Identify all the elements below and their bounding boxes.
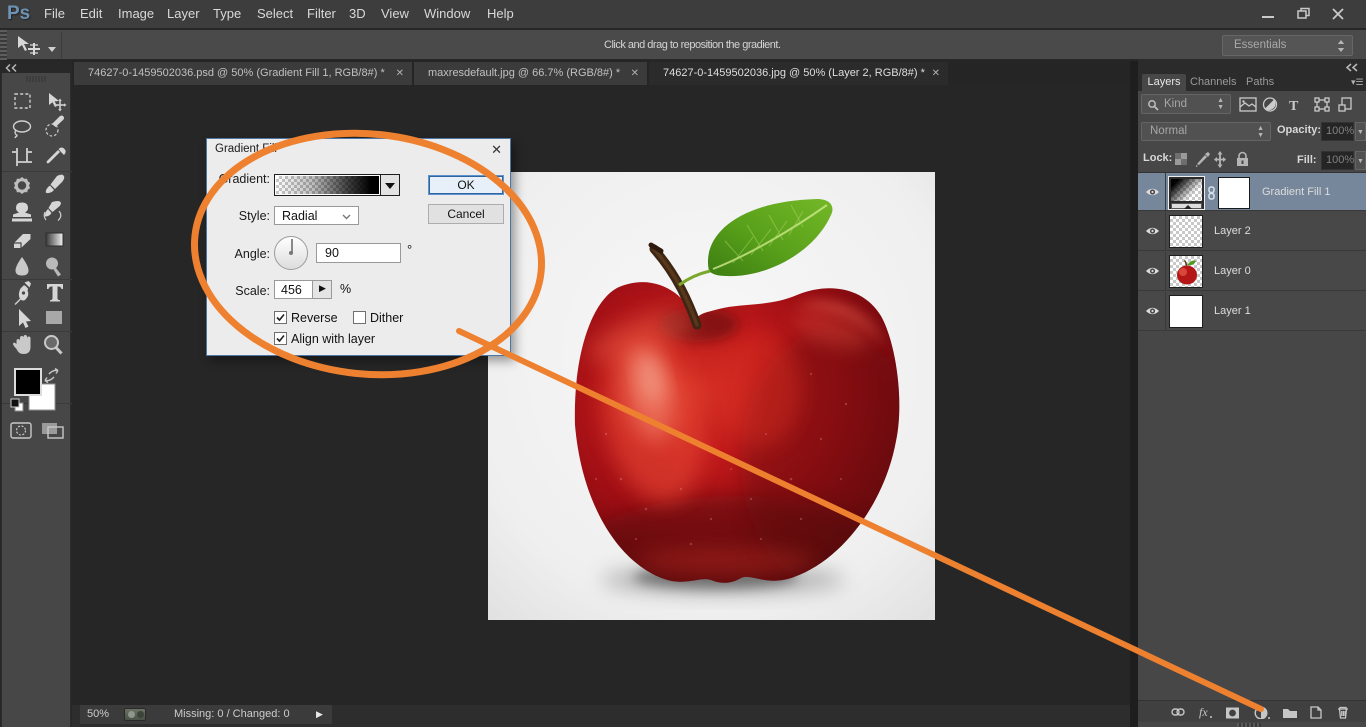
svg-text:fx: fx xyxy=(1199,705,1208,719)
svg-text:T: T xyxy=(1289,99,1299,113)
